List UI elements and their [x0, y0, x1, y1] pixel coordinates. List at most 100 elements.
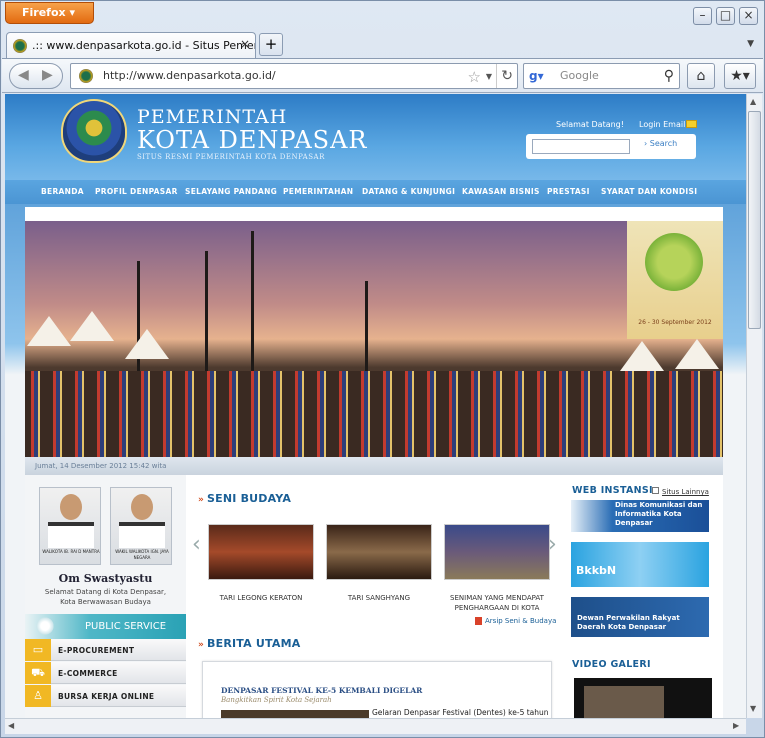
menu-syarat-dan-kondisi[interactable]: SYARAT DAN KONDISI [601, 187, 697, 196]
seni-caption-2[interactable]: TARI SANGHYANG [319, 593, 439, 603]
arsip-seni-link[interactable]: Arsip Seni & Budaya [475, 617, 556, 625]
left-column: WALIKOTA IB. RAI D MANTRA WAKIL WALIKOTA… [25, 475, 186, 718]
tab-list-icon[interactable]: ▼ [747, 39, 754, 49]
address-bar[interactable]: http://www.denpasarkota.go.id/ ☆ ▼ ↻ [70, 63, 518, 89]
maximize-button[interactable]: □ [716, 7, 735, 25]
video-galeri-heading: VIDEO GALERI [572, 659, 651, 670]
main-menu: BERANDA PROFIL DENPASAR SELAYANG PANDANG… [5, 180, 746, 204]
seni-budaya-heading: » SENI BUDAYA [198, 492, 292, 505]
browser-tab[interactable]: .:: www.denpasarkota.go.id - Situs Pemer… [6, 32, 256, 58]
news-text: Gelaran Denpasar Festival (Dentes) ke-5 … [372, 708, 549, 717]
minimize-button[interactable]: – [693, 7, 712, 25]
site-tagline: SITUS RESMI PEMERINTAH KOTA DENPASAR [137, 153, 325, 161]
video-player[interactable] [574, 678, 712, 718]
greeting-subtitle: Selamat Datang di Kota Denpasar, Kota Ber… [44, 588, 167, 606]
menu-bursa-kerja-online[interactable]: ♙ BURSA KERJA ONLINE [25, 685, 186, 707]
banner-dprd[interactable]: Dewan Perwakilan Rakyat Daerah Kota Denp… [571, 597, 709, 637]
forward-arrow-icon[interactable]: ▶ [42, 67, 53, 83]
web-page: PEMERINTAH KOTA DENPASAR SITUS RESMI PEM… [5, 94, 746, 718]
city-emblem-logo[interactable] [61, 99, 127, 163]
person-walking-icon: ♙ [25, 685, 51, 707]
history-dropdown-icon[interactable]: ▼ [486, 65, 492, 89]
carousel-next-icon[interactable]: › [548, 532, 557, 557]
site-identity-icon[interactable] [79, 69, 93, 83]
bookmark-star-icon[interactable]: ☆ [468, 65, 481, 89]
site-title-1: PEMERINTAH [137, 106, 288, 128]
site-favicon-icon [13, 39, 27, 53]
site-search-box: › Search [526, 134, 696, 159]
back-arrow-icon[interactable]: ◀ [18, 67, 29, 83]
search-icon[interactable]: ⚲ [664, 64, 674, 88]
welcome-text: Selamat Datang! [556, 120, 624, 129]
news-image[interactable] [221, 710, 369, 718]
crowd [25, 371, 723, 457]
site-title-2: KOTA DENPASAR [137, 126, 368, 154]
banner-diskominfo[interactable]: Dinas Komunikasi dan Informatika Kota De… [571, 500, 709, 532]
navigation-toolbar: ◀ ▶ http://www.denpasarkota.go.id/ ☆ ▼ ↻… [2, 58, 763, 93]
menu-beranda[interactable]: BERANDA [41, 187, 84, 196]
right-column: WEB INSTANSI Situs Lainnya Dinas Komunik… [570, 475, 723, 718]
menu-prestasi[interactable]: PRESTASI [547, 187, 590, 196]
current-date: Jumat, 14 Desember 2012 15:42 wita [35, 462, 167, 470]
list-icon [652, 487, 659, 494]
scroll-right-icon[interactable]: ▶ [733, 721, 739, 730]
content-area: WALIKOTA IB. RAI D MANTRA WAKIL WALIKOTA… [25, 475, 723, 718]
url-text: http://www.denpasarkota.go.id/ [103, 69, 276, 82]
google-icon[interactable]: g▾ [529, 69, 544, 83]
reload-icon[interactable]: ↻ [496, 64, 513, 88]
vertical-scrollbar[interactable]: ▲ ▼ [746, 94, 762, 718]
site-search-button[interactable]: › Search [644, 139, 677, 148]
poster-dates: 26 - 30 September 2012 [638, 319, 712, 326]
seni-thumb-2[interactable] [326, 524, 432, 580]
banner-top-strip [25, 207, 723, 221]
seni-thumb-3[interactable] [444, 524, 550, 580]
login-email-link[interactable]: Login Email [639, 120, 685, 129]
tab-title: .:: www.denpasarkota.go.id - Situs Pemer… [32, 39, 256, 52]
seni-caption-1[interactable]: TARI LEGONG KERATON [201, 593, 321, 603]
close-tab-icon[interactable]: × [240, 37, 250, 51]
menu-e-procurement[interactable]: ▭ E-PROCUREMENT [25, 639, 186, 661]
browser-window: Firefox ▾ – □ × .:: www.denpasarkota.go.… [0, 0, 765, 738]
scroll-up-icon[interactable]: ▲ [750, 97, 756, 106]
greeting: Om Swastyastu [58, 572, 153, 585]
new-tab-button[interactable]: + [259, 33, 283, 56]
festival-banner-image[interactable]: 26 - 30 September 2012 [25, 221, 723, 457]
seni-caption-3[interactable]: SENIMAN YANG MENDAPAT PENGHARGAAN DI KOT… [437, 593, 557, 613]
pdf-icon [475, 617, 482, 625]
horizontal-scrollbar[interactable]: ◀ ▶ [5, 718, 746, 734]
news-card: DENPASAR FESTIVAL KE-5 KEMBALI DIGELAR B… [202, 661, 552, 718]
menu-datang-kunjungi[interactable]: DATANG & KUNJUNGI [362, 187, 455, 196]
menu-e-commerce[interactable]: ⛟ E-COMMERCE [25, 662, 186, 684]
middle-column: » SENI BUDAYA ‹ › TARI LEGONG KERATON TAR… [192, 475, 562, 718]
situs-lainnya-link[interactable]: Situs Lainnya [652, 487, 709, 496]
carousel-prev-icon[interactable]: ‹ [192, 532, 201, 557]
menu-selayang-pandang[interactable]: SELAYANG PANDANG [185, 187, 277, 196]
mayor-photo[interactable]: WALIKOTA IB. RAI D MANTRA [39, 487, 101, 565]
bookmarks-button[interactable]: ★▾ [724, 63, 756, 89]
vice-mayor-photo[interactable]: WAKIL WALIKOTA IGN. JAYA NEGARA [110, 487, 172, 565]
site-search-input[interactable] [532, 139, 630, 154]
flower-icon [35, 616, 55, 636]
menu-profil-denpasar[interactable]: PROFIL DENPASAR [95, 187, 178, 196]
date-bar: Jumat, 14 Desember 2012 15:42 wita [25, 457, 723, 475]
search-field[interactable]: g▾ Google ⚲ [523, 63, 680, 89]
news-subtitle: Bangkitkan Spirit Kota Sejarah [221, 696, 332, 704]
public-service-header: PUBLIC SERVICE [25, 614, 186, 639]
firefox-menu-button[interactable]: Firefox ▾ [5, 2, 94, 24]
computer-icon: ▭ [25, 639, 51, 661]
news-title[interactable]: DENPASAR FESTIVAL KE-5 KEMBALI DIGELAR [221, 686, 422, 695]
close-button[interactable]: × [739, 7, 758, 25]
mail-icon[interactable] [686, 120, 697, 128]
seni-thumb-1[interactable] [208, 524, 314, 580]
scroll-down-icon[interactable]: ▼ [750, 704, 756, 713]
menu-pemerintahan[interactable]: PEMERINTAHAN [283, 187, 353, 196]
berita-utama-heading: » BERITA UTAMA [198, 637, 301, 650]
back-forward-buttons: ◀ ▶ [9, 63, 63, 89]
scroll-thumb[interactable] [748, 111, 761, 329]
menu-kawasan-bisnis[interactable]: KAWASAN BISNIS [462, 187, 540, 196]
scroll-left-icon[interactable]: ◀ [8, 721, 14, 730]
festival-poster[interactable]: 26 - 30 September 2012 [627, 221, 723, 339]
home-button[interactable]: ⌂ [687, 63, 715, 89]
site-header: PEMERINTAH KOTA DENPASAR SITUS RESMI PEM… [5, 94, 746, 182]
banner-bkkbn[interactable]: BkkbN [571, 542, 709, 587]
